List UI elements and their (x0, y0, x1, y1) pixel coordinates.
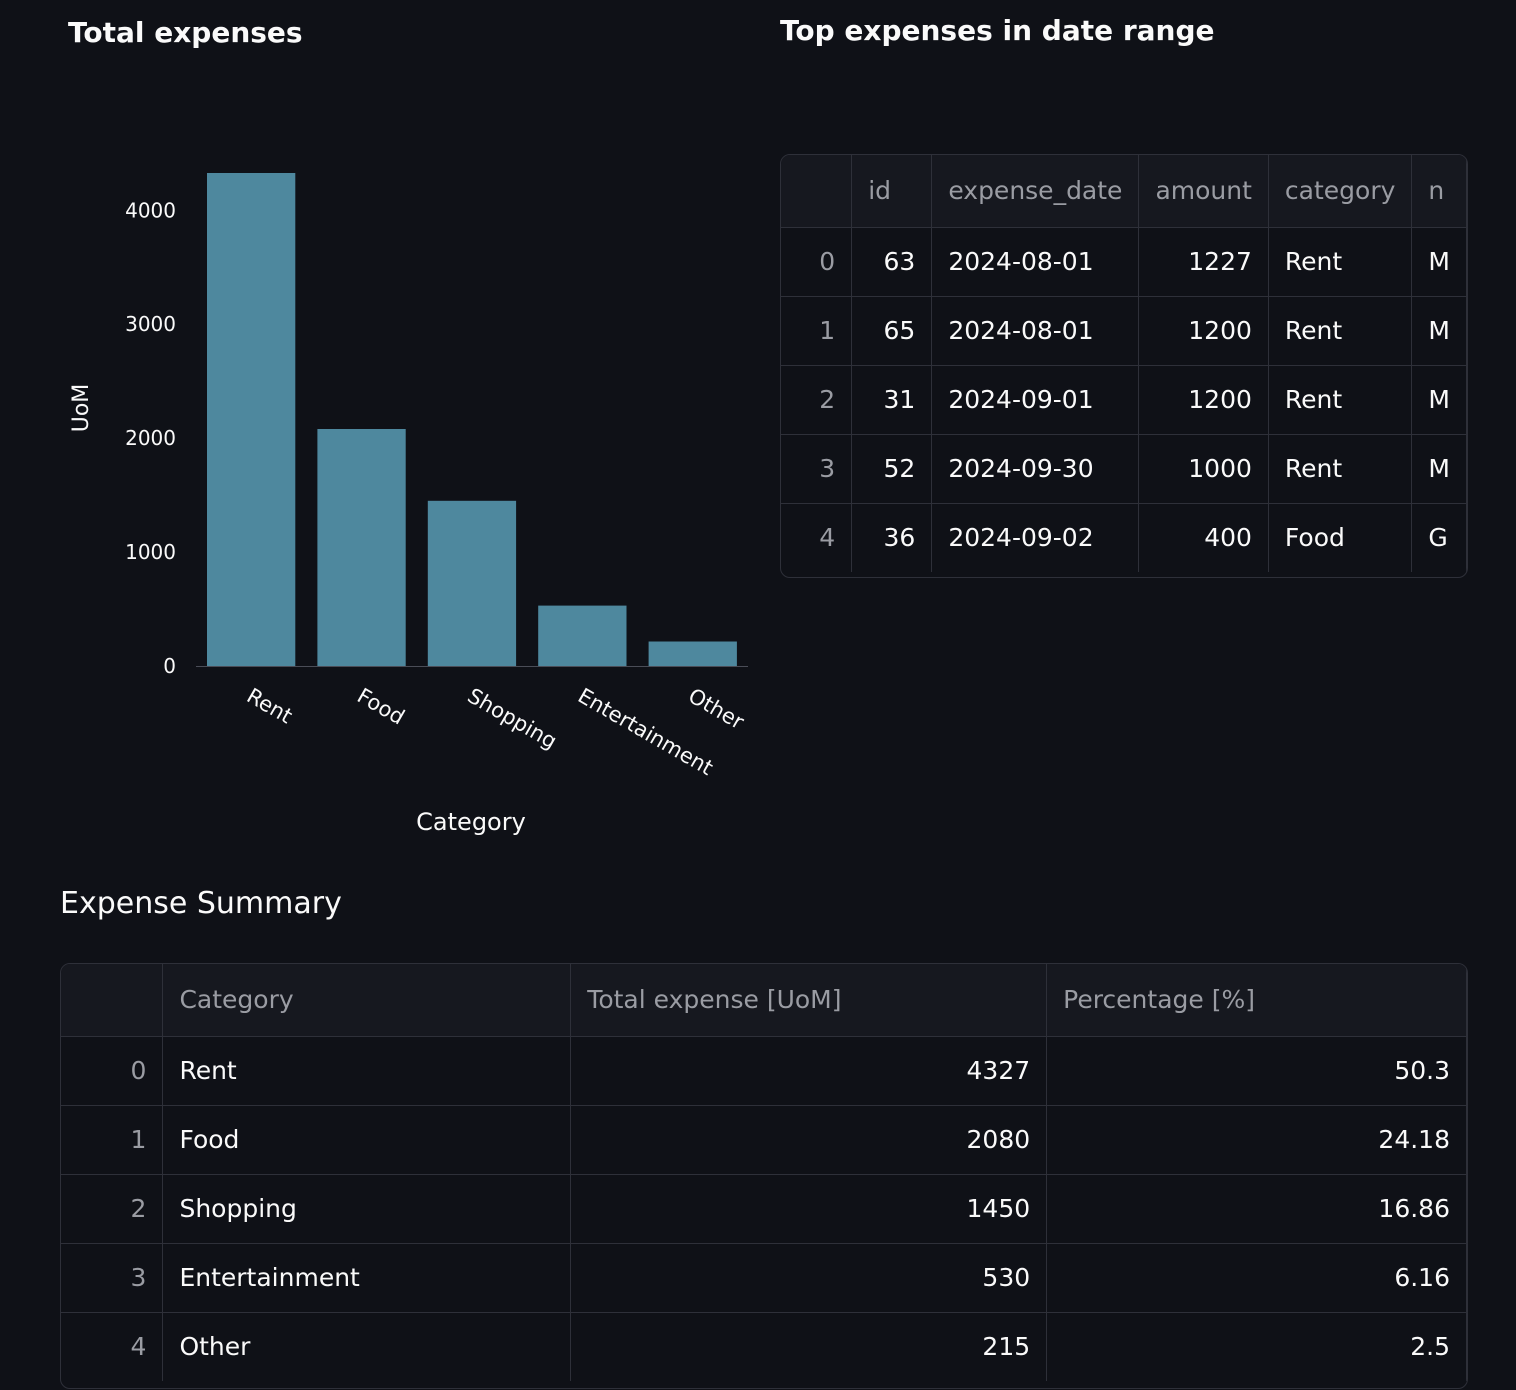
table-header-row: Category Total expense [UoM] Percentage … (61, 964, 1467, 1037)
row-index: 3 (61, 1243, 164, 1313)
cell-category[interactable]: Entertainment (162, 1243, 572, 1313)
column-header-total-expense[interactable]: Total expense [UoM] (570, 964, 1048, 1037)
cell-truncated[interactable]: G (1411, 503, 1467, 572)
column-header-truncated[interactable]: n (1411, 155, 1467, 228)
y-tick-label: 0 (163, 654, 176, 678)
column-header-category[interactable]: Category (162, 964, 572, 1037)
top-expenses-table[interactable]: id expense_date amount category n 0 63 2… (780, 154, 1468, 578)
index-header (61, 964, 164, 1037)
cell-id[interactable]: 65 (851, 296, 933, 366)
cell-category[interactable]: Food (1268, 503, 1413, 572)
cell-expense-date[interactable]: 2024-08-01 (931, 227, 1140, 297)
table-row[interactable]: 0 63 2024-08-01 1227 Rent M (781, 227, 1467, 297)
y-tick-label: 1000 (125, 540, 176, 564)
cell-amount[interactable]: 1227 (1138, 227, 1269, 297)
cell-amount[interactable]: 1200 (1138, 365, 1269, 435)
column-header-percentage[interactable]: Percentage [%] (1046, 964, 1467, 1037)
bar-rent[interactable] (207, 173, 296, 666)
cell-amount[interactable]: 1200 (1138, 296, 1269, 366)
table-row[interactable]: 2 Shopping 1450 16.86 (61, 1174, 1467, 1244)
x-axis-label: Category (416, 808, 526, 836)
cell-total-expense[interactable]: 2080 (570, 1105, 1048, 1175)
cell-id[interactable]: 63 (851, 227, 933, 297)
bar-food[interactable] (317, 429, 406, 666)
cell-percentage[interactable]: 2.5 (1046, 1312, 1467, 1381)
cell-category[interactable]: Other (162, 1312, 572, 1381)
cell-amount[interactable]: 400 (1138, 503, 1269, 572)
bar-other[interactable] (648, 641, 737, 667)
expenses-bar-chart: 01000200030004000Rent Food Shopping Enterta… (69, 173, 748, 836)
column-header-amount[interactable]: amount (1138, 155, 1269, 228)
expense-summary-title: Expense Summary (60, 886, 342, 921)
cell-category[interactable]: Rent (1268, 227, 1413, 297)
table-row[interactable]: 1 Food 2080 24.18 (61, 1105, 1467, 1175)
row-index: 1 (781, 296, 853, 366)
cell-amount[interactable]: 1000 (1138, 434, 1269, 504)
cell-id[interactable]: 31 (851, 365, 933, 435)
cell-percentage[interactable]: 16.86 (1046, 1174, 1467, 1244)
expense-summary-table[interactable]: Category Total expense [UoM] Percentage … (60, 963, 1468, 1389)
x-tick-label: Shopping (464, 684, 561, 754)
table-row[interactable]: 3 52 2024-09-30 1000 Rent M (781, 434, 1467, 504)
cell-id[interactable]: 52 (851, 434, 933, 504)
cell-category[interactable]: Rent (1268, 434, 1413, 504)
cell-percentage[interactable]: 6.16 (1046, 1243, 1467, 1313)
cell-category[interactable]: Food (162, 1105, 572, 1175)
row-index: 2 (61, 1174, 164, 1244)
cell-percentage[interactable]: 50.3 (1046, 1036, 1467, 1106)
cell-expense-date[interactable]: 2024-09-30 (931, 434, 1140, 504)
row-index: 2 (781, 365, 853, 435)
table-header-row: id expense_date amount category n (781, 155, 1467, 228)
cell-total-expense[interactable]: 4327 (570, 1036, 1048, 1106)
cell-expense-date[interactable]: 2024-09-01 (931, 365, 1140, 435)
table-row[interactable]: 1 65 2024-08-01 1200 Rent M (781, 296, 1467, 366)
y-tick-label: 2000 (125, 426, 176, 450)
x-tick-label: Other (684, 684, 748, 735)
row-index: 3 (781, 434, 853, 504)
table-row[interactable]: 4 Other 215 2.5 (61, 1312, 1467, 1381)
table-row[interactable]: 2 31 2024-09-01 1200 Rent M (781, 365, 1467, 435)
bar-shopping[interactable] (427, 500, 517, 666)
bar-entertainment[interactable] (538, 605, 627, 666)
column-header-category[interactable]: category (1268, 155, 1413, 228)
x-tick-label: Food (353, 684, 409, 730)
row-index: 0 (781, 227, 853, 297)
cell-truncated[interactable]: M (1411, 365, 1467, 435)
column-header-expense-date[interactable]: expense_date (931, 155, 1140, 228)
top-expenses-title: Top expenses in date range (780, 14, 1215, 47)
row-index: 4 (61, 1312, 164, 1381)
table-row[interactable]: 3 Entertainment 530 6.16 (61, 1243, 1467, 1313)
column-header-id[interactable]: id (851, 155, 933, 228)
row-index: 0 (61, 1036, 164, 1106)
table-row[interactable]: 0 Rent 4327 50.3 (61, 1036, 1467, 1106)
cell-total-expense[interactable]: 1450 (570, 1174, 1048, 1244)
cell-category[interactable]: Rent (1268, 365, 1413, 435)
y-tick-label: 4000 (125, 198, 176, 222)
cell-truncated[interactable]: M (1411, 296, 1467, 366)
cell-total-expense[interactable]: 530 (570, 1243, 1048, 1313)
x-tick-label: Rent (243, 684, 297, 729)
cell-truncated[interactable]: M (1411, 227, 1467, 297)
row-index: 4 (781, 503, 853, 572)
cell-total-expense[interactable]: 215 (570, 1312, 1048, 1381)
cell-id[interactable]: 36 (851, 503, 933, 572)
cell-category[interactable]: Rent (162, 1036, 572, 1106)
cell-truncated[interactable]: M (1411, 434, 1467, 504)
cell-percentage[interactable]: 24.18 (1046, 1105, 1467, 1175)
cell-expense-date[interactable]: 2024-09-02 (931, 503, 1140, 572)
table-row[interactable]: 4 36 2024-09-02 400 Food G (781, 503, 1467, 572)
index-header (781, 155, 853, 228)
row-index: 1 (61, 1105, 164, 1175)
cell-expense-date[interactable]: 2024-08-01 (931, 296, 1140, 366)
y-tick-label: 3000 (125, 312, 176, 336)
y-axis-label: UoM (69, 384, 94, 433)
cell-category[interactable]: Rent (1268, 296, 1413, 366)
cell-category[interactable]: Shopping (162, 1174, 572, 1244)
